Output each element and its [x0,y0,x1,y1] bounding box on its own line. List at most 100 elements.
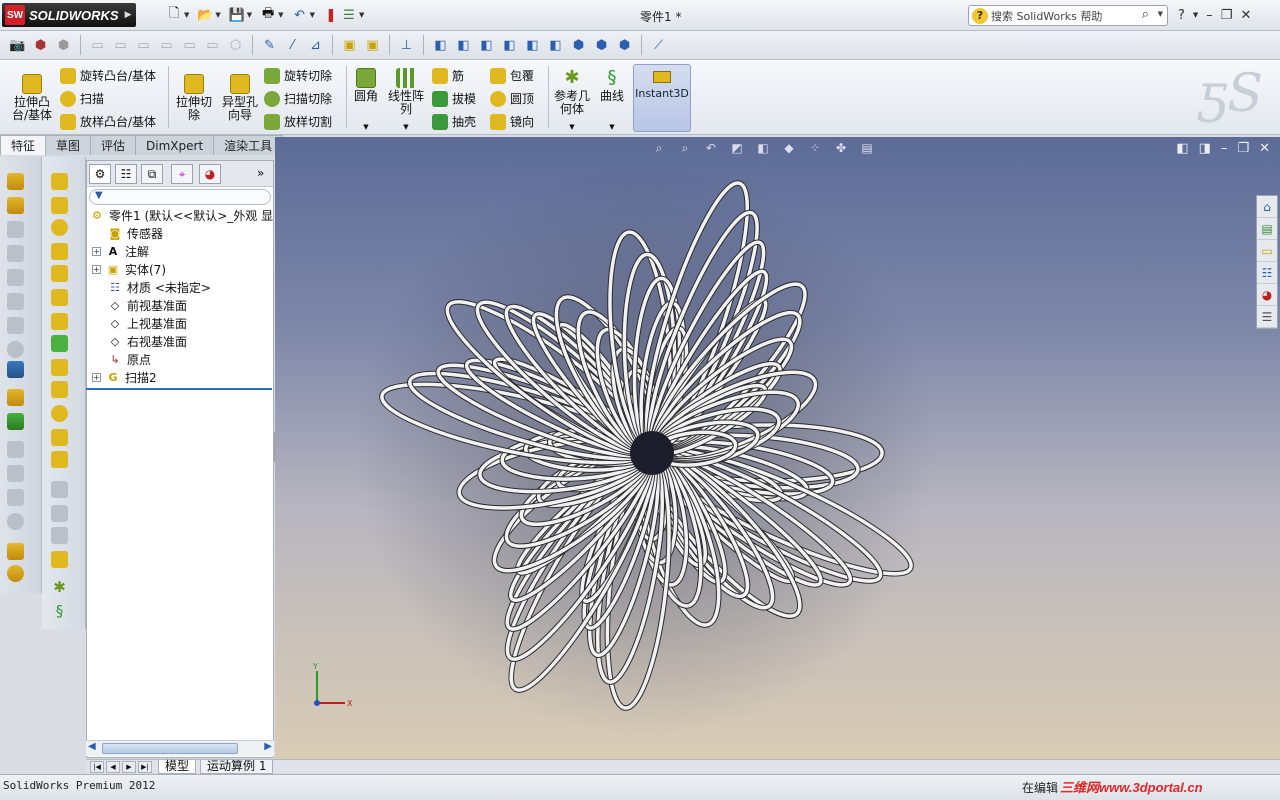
fillet-dropdown-icon[interactable]: ▼ [350,121,382,134]
display-manager-tab-icon[interactable]: ◕ [199,164,221,184]
solidworks-resources-icon[interactable]: ⌂ [1257,196,1277,218]
expand-icon[interactable]: + [92,373,101,382]
print-icon[interactable]: 🖶 [260,6,276,23]
revolve-tool-icon[interactable] [51,197,68,214]
reference-geometry-tool-icon[interactable]: ✱ [51,579,68,596]
globe-tool-icon[interactable] [7,565,24,582]
curves-button[interactable]: § 曲线 ▼ [596,68,628,134]
scroll-left-icon[interactable]: ◀ [88,741,96,752]
tree-item-material[interactable]: ☷ 材质 <未指定> [107,279,211,296]
photoview-icon[interactable]: ⬢ [32,36,50,54]
design-library-icon[interactable]: ▤ [1257,218,1277,240]
rollback-bar[interactable] [86,388,272,390]
view-box-icon[interactable]: ▭ [89,36,107,54]
help-dropdown-icon[interactable]: ▼ [1193,11,1198,19]
loft-boss-button[interactable]: 放样凸台/基体 [60,113,156,130]
minimize-icon[interactable]: – [1206,8,1213,23]
geometry-tool-icon[interactable] [51,551,68,568]
relations-icon[interactable]: ⊿ [307,36,325,54]
view-box-icon[interactable]: ⬡ [227,36,245,54]
measure-icon[interactable]: ⟋ [650,36,668,54]
prev-tab-icon[interactable]: ◀ [106,761,120,773]
property-manager-tab-icon[interactable]: ☷ [115,164,137,184]
tree-filter-input[interactable]: ▼ [89,189,271,205]
scroll-right-icon[interactable]: ▶ [264,741,272,752]
sweep-cut-button[interactable]: 扫描切除 [264,90,332,107]
view-top-icon[interactable]: ◧ [524,36,542,54]
undo-dropdown-icon[interactable]: ▼ [310,11,315,19]
disabled-tool-icon[interactable] [51,505,68,522]
tab-motion-study[interactable]: 运动算例 1 [200,760,274,774]
shell-button[interactable]: 抽壳 [432,113,476,130]
disabled-tool-icon[interactable] [7,317,24,334]
tree-horizontal-scrollbar[interactable]: ◀ ▶ [86,740,274,756]
disabled-tool-icon[interactable] [7,269,24,286]
view-box-icon[interactable]: ▭ [204,36,222,54]
solidworks-menu-button[interactable]: SW SOLIDWORKS ▶ [2,3,136,27]
disabled-tool-icon[interactable] [7,221,24,238]
tab-sketch[interactable]: 草图 [45,135,92,155]
disabled-tool-icon[interactable] [7,245,24,262]
restore-icon[interactable]: ❐ [1221,8,1233,23]
tree-root-part[interactable]: ⚙ 零件1 (默认<<默认>_外观 显 [89,207,273,224]
new-dropdown-icon[interactable]: ▼ [184,11,189,19]
normal-to-icon[interactable]: ⊥ [398,36,416,54]
loft-tool-icon[interactable] [51,243,68,260]
sketch-tool-icon[interactable] [7,173,24,190]
first-tab-icon[interactable]: |◀ [90,761,104,773]
appearances-icon[interactable]: ◕ [1257,284,1277,306]
reference-geometry-button[interactable]: ✱ 参考几 何体 ▼ [552,68,592,134]
close-icon[interactable]: ✕ [1240,8,1251,23]
rebuild-traffic-light-icon[interactable]: ❚ [323,7,339,23]
hole-wizard-button[interactable]: 异型孔 向导 [218,74,262,122]
tab-evaluate[interactable]: 评估 [90,135,137,155]
appearance-icon[interactable]: ⬢ [55,36,73,54]
macro-tool-icon[interactable] [7,543,24,560]
tree-item-right-plane[interactable]: ◇ 右视基准面 [107,333,187,350]
search-dropdown-icon[interactable]: ▼ [1158,10,1163,18]
ref-geometry-dropdown-icon[interactable]: ▼ [552,121,592,134]
smart-dimension-icon[interactable]: ⁄ [284,36,302,54]
cut-tool-icon[interactable] [7,413,24,430]
curves-tool-icon[interactable]: § [51,603,68,620]
expand-icon[interactable]: + [92,265,101,274]
view-box-icon[interactable]: ▭ [135,36,153,54]
plane-tool-icon[interactable] [51,313,68,330]
shell-tool-icon[interactable] [51,381,68,398]
tab-render-tools[interactable]: 渲染工具 [213,135,284,155]
disabled-tool-icon[interactable] [7,293,24,310]
last-tab-icon[interactable]: ▶| [138,761,152,773]
hole-tool-icon[interactable] [7,361,24,378]
linear-pattern-button[interactable]: 线性阵 列 ▼ [386,68,426,134]
save-dropdown-icon[interactable]: ▼ [247,11,252,19]
dome-button[interactable]: 圆顶 [490,90,534,107]
pattern-dropdown-icon[interactable]: ▼ [386,121,426,134]
disabled-tool-icon[interactable] [7,513,24,530]
expand-icon[interactable]: + [92,247,101,256]
wrap-tool-icon[interactable] [51,429,68,446]
sweep-tool-icon[interactable] [51,219,68,236]
next-tab-icon[interactable]: ▶ [122,761,136,773]
fillet-button[interactable]: 圆角 ▼ [350,68,382,134]
search-icon[interactable]: ⌕ [1142,7,1149,22]
options-icon[interactable]: ☰ [341,7,357,23]
view-right-icon[interactable]: ◧ [501,36,519,54]
fillet-tool-icon[interactable] [51,335,68,352]
open-folder-icon[interactable]: 📂 [197,7,213,23]
custom-properties-icon[interactable]: ☰ [1257,306,1277,328]
extrude-tool-icon[interactable] [51,173,68,190]
view-back-icon[interactable]: ◧ [455,36,473,54]
loft-cut-button[interactable]: 放样切割 [264,113,332,130]
view-box-icon[interactable]: ▭ [112,36,130,54]
draft-tool-icon[interactable] [51,289,68,306]
rib-tool-icon[interactable] [51,265,68,282]
mirror-tool-icon[interactable] [51,451,68,468]
sweep-boss-button[interactable]: 扫描 [60,90,104,107]
tree-item-front-plane[interactable]: ◇ 前视基准面 [107,297,187,314]
view-box-icon[interactable]: ▭ [158,36,176,54]
print-dropdown-icon[interactable]: ▼ [278,11,283,19]
new-document-icon[interactable]: 🗋 [166,6,182,23]
view-bottom-icon[interactable]: ◧ [547,36,565,54]
dome-tool-icon[interactable] [51,405,68,422]
flower-model[interactable] [275,137,1280,759]
